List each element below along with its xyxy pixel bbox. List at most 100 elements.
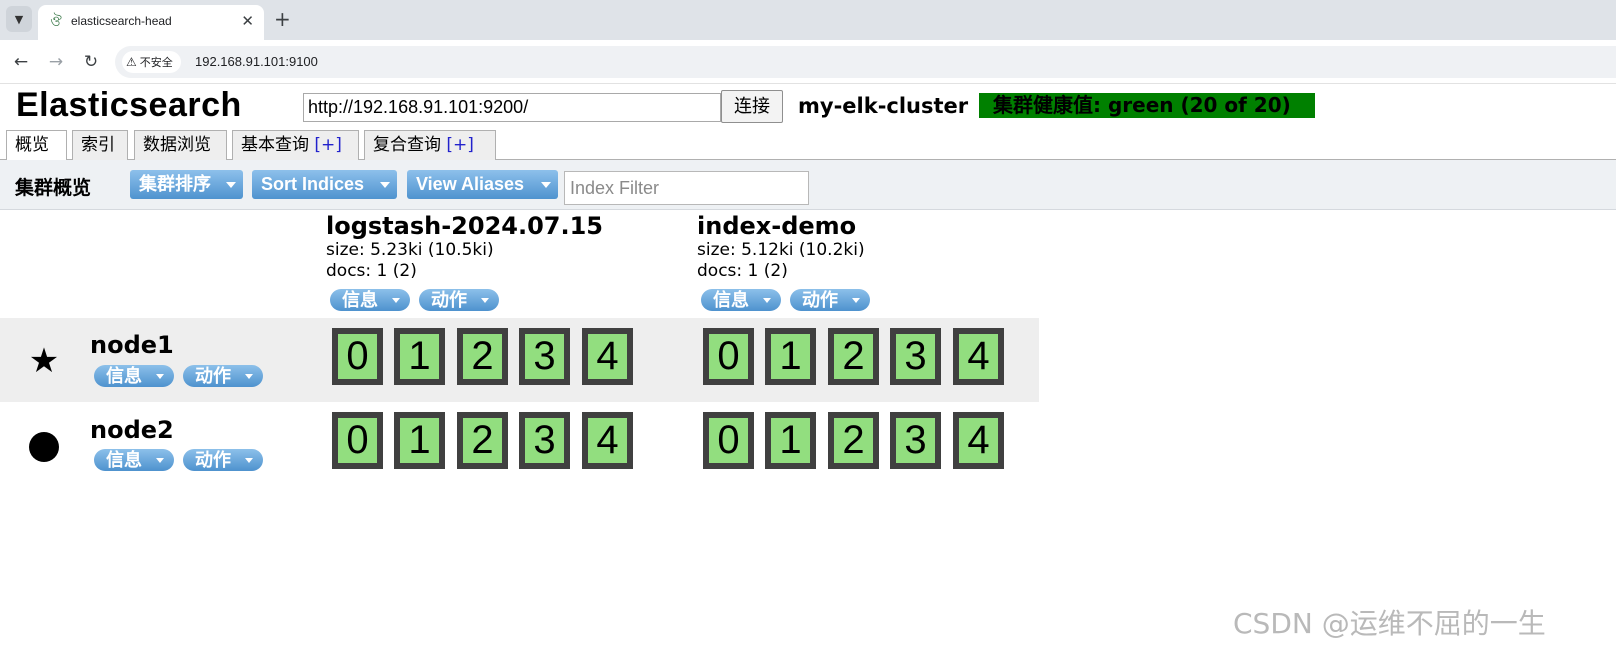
back-arrow-icon[interactable]: ← [9,50,33,74]
node-name: node2 [90,416,174,444]
security-chip[interactable]: ⚠ 不安全 [122,51,181,73]
shard-box[interactable]: 1 [765,328,816,385]
button-label: Sort Indices [261,174,365,194]
close-tab-icon[interactable]: ✕ [241,12,254,30]
caret-down-icon [245,458,253,463]
browser-toolbar: ← → ↻ ⚠ 不安全 192.168.91.101:9100 [0,40,1616,84]
index-size: size: 5.23ki (10.5ki) [326,240,494,260]
shard-box[interactable]: 3 [519,412,570,469]
button-label: 动作 [431,290,467,311]
index-info-button[interactable]: 信息 [701,289,781,311]
tab-plus[interactable]: [+] [446,135,474,155]
index-header: logstash-2024.07.15 size: 5.23ki (10.5ki… [326,212,603,282]
tab-label: 概览 [15,135,49,155]
index-filter-input[interactable] [564,171,809,205]
tab-label: 基本查询 [241,135,309,155]
index-docs: docs: 1 (2) [326,261,417,281]
caret-down-icon [245,374,253,379]
index-name: logstash-2024.07.15 [326,212,604,240]
shard-box[interactable]: 3 [519,328,570,385]
button-label: 动作 [195,450,231,471]
button-label: 集群排序 [139,174,211,194]
shard-box[interactable]: 0 [332,412,383,469]
url-text[interactable]: 192.168.91.101:9100 [195,54,318,69]
caret-down-icon [226,181,236,188]
index-action-button[interactable]: 动作 [790,289,870,311]
new-tab-icon[interactable]: + [274,7,291,31]
app-title: Elasticsearch [16,86,242,124]
overview-toolbar: 集群概览 集群排序 Sort Indices View Aliases [0,160,1616,210]
tab-overview[interactable]: 概览 [6,130,67,161]
node-action-button[interactable]: 动作 [183,449,263,471]
index-action-button[interactable]: 动作 [419,289,499,311]
browser-tab[interactable]: ঔ elasticsearch-head ✕ [38,5,264,40]
node-info-button[interactable]: 信息 [94,449,174,471]
index-size: size: 5.12ki (10.2ki) [697,240,865,260]
dot-icon [27,430,61,464]
caret-down-icon [156,374,164,379]
shard-box[interactable]: 2 [828,412,879,469]
sort-indices-button[interactable]: Sort Indices [252,170,397,199]
browser-tabstrip: ▼ ঔ elasticsearch-head ✕ + [0,0,1616,40]
caret-down-icon [481,298,489,303]
cluster-sort-button[interactable]: 集群排序 [130,170,243,199]
security-label: 不安全 [139,56,173,69]
tab-label: 索引 [81,135,115,155]
caret-down-icon [156,458,164,463]
caret-down-icon [541,181,551,188]
index-header: index-demo size: 5.12ki (10.2ki) docs: 1… [697,212,865,282]
cluster-name: my-elk-cluster [798,94,969,118]
overview-title: 集群概览 [15,177,92,199]
shard-box[interactable]: 4 [953,412,1004,469]
button-label: 信息 [106,450,142,471]
star-icon: ★ [28,341,60,381]
warning-triangle-icon: ⚠ [126,55,137,69]
shard-box[interactable]: 4 [582,412,633,469]
shard-box[interactable]: 2 [828,328,879,385]
tab-search-chevron-icon[interactable]: ▼ [6,6,32,32]
button-label: 动作 [195,366,231,387]
shard-box[interactable]: 3 [890,412,941,469]
caret-down-icon [852,298,860,303]
button-label: 信息 [106,366,142,387]
button-label: 信息 [342,290,378,311]
node-action-button[interactable]: 动作 [183,365,263,387]
shard-box[interactable]: 0 [703,412,754,469]
shard-box[interactable]: 1 [765,412,816,469]
index-docs: docs: 1 (2) [697,261,788,281]
shard-box[interactable]: 2 [457,412,508,469]
node-info-button[interactable]: 信息 [94,365,174,387]
caret-down-icon [763,298,771,303]
shard-box[interactable]: 2 [457,328,508,385]
tab-plus[interactable]: [+] [314,135,342,155]
reload-icon[interactable]: ↻ [79,50,103,74]
cluster-health-badge: 集群健康值: green (20 of 20) [979,93,1315,118]
button-label: 信息 [713,290,749,311]
shard-box[interactable]: 0 [332,328,383,385]
shard-box[interactable]: 0 [703,328,754,385]
tab-indices[interactable]: 索引 [72,130,128,161]
main-tabs: 概览 索引 数据浏览 基本查询 [+] 复合查询 [+] [0,129,1616,161]
connect-button[interactable]: 连接 [721,90,783,123]
shard-box[interactable]: 3 [890,328,941,385]
shard-box[interactable]: 4 [953,328,1004,385]
elasticsearch-favicon-icon: ঔ [50,14,62,30]
node-row: node2 信息 动作 0 1 2 3 4 0 1 2 3 4 [0,402,1039,486]
node-name: node1 [90,331,174,359]
forward-arrow-icon[interactable]: → [44,50,68,74]
index-name: index-demo [697,212,857,240]
shard-box[interactable]: 4 [582,328,633,385]
tab-browser[interactable]: 数据浏览 [134,130,227,161]
watermark: CSDN @运维不屈的一生 [1233,607,1546,640]
address-bar[interactable]: ⚠ 不安全 192.168.91.101:9100 [115,46,1616,78]
tab-structured-query[interactable]: 基本查询 [+] [232,130,359,161]
tab-any-request[interactable]: 复合查询 [+] [364,130,496,161]
tab-label: 复合查询 [373,135,441,155]
index-info-button[interactable]: 信息 [330,289,410,311]
shard-box[interactable]: 1 [394,328,445,385]
shard-box[interactable]: 1 [394,412,445,469]
tab-label: 数据浏览 [143,135,211,155]
caret-down-icon [380,181,390,188]
view-aliases-button[interactable]: View Aliases [407,170,558,199]
connect-url-input[interactable] [303,93,721,122]
